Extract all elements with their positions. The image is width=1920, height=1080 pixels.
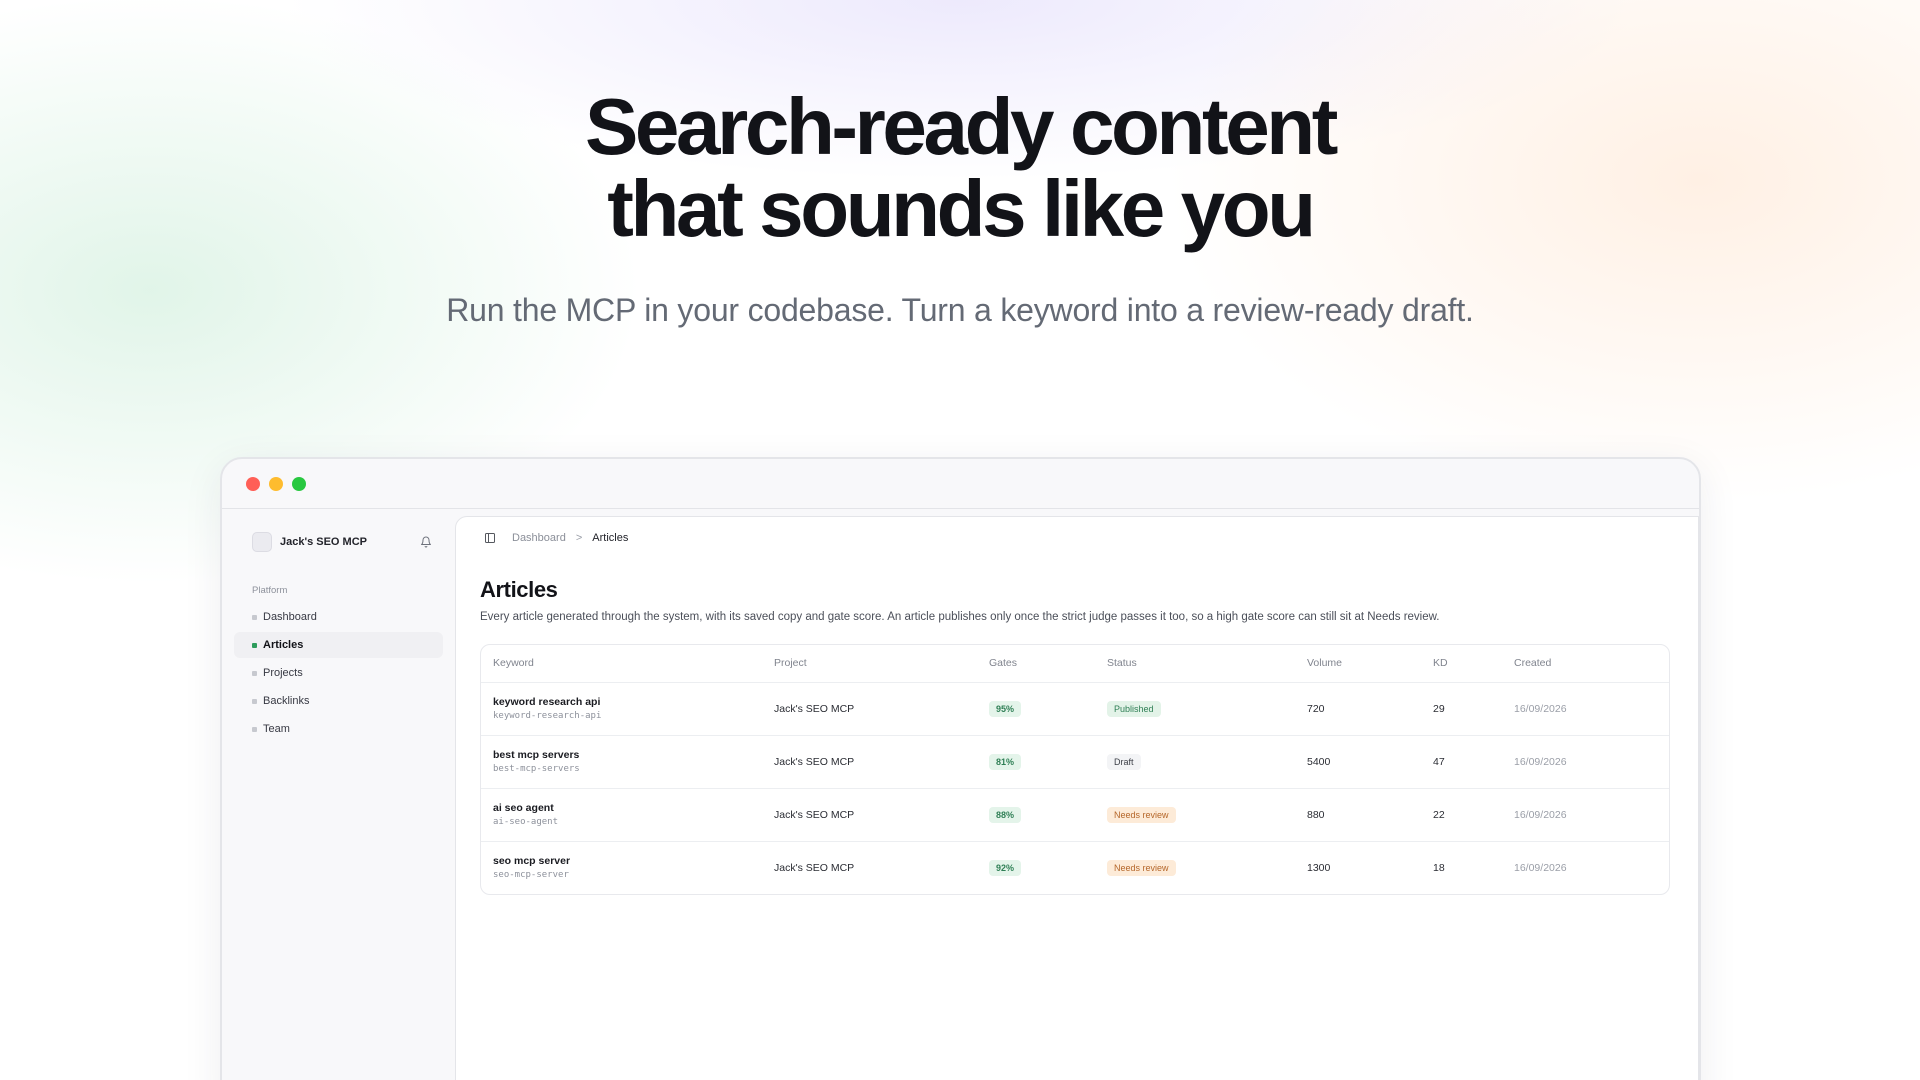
sidebar: Jack's SEO MCP Platform Dashboard Articl… <box>222 509 455 1080</box>
status-cell: Needs review <box>1095 841 1295 894</box>
created-cell: 16/09/2026 <box>1502 735 1669 789</box>
column-header-keyword[interactable]: Keyword <box>481 645 762 683</box>
page-title: Articles <box>480 577 558 602</box>
gates-cell: 92% <box>977 841 1095 894</box>
table-row[interactable]: keyword research api keyword-research-ap… <box>481 682 1669 736</box>
volume-cell: 5400 <box>1295 735 1421 789</box>
kd-cell: 22 <box>1421 788 1502 842</box>
kd-cell: 29 <box>1421 682 1502 736</box>
breadcrumb-parent[interactable]: Dashboard <box>512 532 566 544</box>
gate-score-badge: 92% <box>989 859 1022 876</box>
sidebar-item-label: Projects <box>263 667 303 679</box>
kd-cell: 47 <box>1421 735 1502 789</box>
sidebar-item-dashboard[interactable]: Dashboard <box>234 604 443 630</box>
project-cell: Jack's SEO MCP <box>774 861 855 874</box>
column-header-kd[interactable]: KD <box>1421 645 1502 683</box>
workspace-name: Jack's SEO MCP <box>280 536 367 548</box>
articles-table: Keyword Project Gates Status Volume KD C… <box>480 644 1670 895</box>
window-minimize-button[interactable] <box>269 476 283 491</box>
backlinks-icon <box>252 698 257 704</box>
keyword-slug: seo-mcp-server <box>493 870 569 881</box>
articles-icon <box>252 642 257 648</box>
keyword-cell: seo mcp server seo-mcp-server <box>481 841 762 894</box>
app-window: Jack's SEO MCP Platform Dashboard Articl… <box>220 457 1701 1080</box>
sidebar-item-label: Team <box>263 723 290 735</box>
sidebar-item-label: Backlinks <box>263 695 310 707</box>
dashboard-icon <box>252 614 257 620</box>
page-description: Every article generated through the syst… <box>480 611 1440 623</box>
table-header-row: Keyword Project Gates Status Volume KD C… <box>481 645 1669 683</box>
workspace-logo <box>252 532 272 552</box>
created-cell: 16/09/2026 <box>1502 682 1669 736</box>
gates-cell: 81% <box>977 735 1095 789</box>
sidebar-item-label: Articles <box>263 639 304 651</box>
table-row[interactable]: seo mcp server seo-mcp-server Jack's SEO… <box>481 841 1669 894</box>
status-cell: Published <box>1095 682 1295 736</box>
gate-score-badge: 81% <box>989 753 1022 770</box>
hero-title-line-2: that sounds like you <box>607 164 1316 253</box>
table-row[interactable]: ai seo agent ai-seo-agent Jack's SEO MCP… <box>481 788 1669 842</box>
breadcrumb-separator: > <box>575 532 583 544</box>
status-cell: Needs review <box>1095 788 1295 842</box>
kd-cell: 18 <box>1433 861 1445 874</box>
sidebar-section-label: Platform <box>252 585 288 596</box>
keyword-text: keyword research api <box>493 696 601 708</box>
keyword-text: ai seo agent <box>493 802 554 814</box>
keyword-slug: best-mcp-servers <box>493 764 580 774</box>
keyword-slug: keyword-research-api <box>493 711 602 721</box>
window-titlebar <box>222 459 1699 509</box>
keyword-cell: best mcp servers best-mcp-servers <box>481 735 762 789</box>
project-cell: Jack's SEO MCP <box>762 788 977 842</box>
keyword-cell: keyword research api keyword-research-ap… <box>481 682 762 736</box>
volume-cell: 720 <box>1295 682 1421 736</box>
window-close-button[interactable] <box>246 476 260 491</box>
column-header-volume[interactable]: Volume <box>1295 645 1421 683</box>
status-badge: Needs review <box>1107 806 1176 823</box>
project-cell: Jack's SEO MCP <box>762 735 977 789</box>
status-badge: Draft <box>1107 753 1141 770</box>
gate-score-badge: 88% <box>989 806 1022 823</box>
team-icon <box>252 726 257 732</box>
bell-icon[interactable] <box>419 535 433 549</box>
volume-cell: 1300 <box>1307 861 1331 874</box>
keyword-text: seo mcp server <box>493 855 571 868</box>
gate-score-badge: 95% <box>989 700 1022 717</box>
main-panel: Dashboard > Articles Articles Every arti… <box>455 516 1699 1080</box>
keyword-text: best mcp servers <box>493 749 580 761</box>
sidebar-item-team[interactable]: Team <box>234 716 443 742</box>
column-header-created[interactable]: Created <box>1502 645 1669 683</box>
sidebar-item-projects[interactable]: Projects <box>234 660 443 686</box>
hero: Search-ready content that sounds like yo… <box>0 86 1920 329</box>
column-header-status[interactable]: Status <box>1095 645 1295 683</box>
hero-title-line-1: Search-ready content <box>584 82 1338 171</box>
sidebar-item-articles[interactable]: Articles <box>234 632 443 658</box>
keyword-slug: ai-seo-agent <box>493 817 559 827</box>
project-cell: Jack's SEO MCP <box>762 682 977 736</box>
hero-title: Search-ready content that sounds like yo… <box>0 86 1920 250</box>
status-cell: Draft <box>1095 735 1295 789</box>
column-header-gates[interactable]: Gates <box>977 645 1095 683</box>
hero-subtitle: Run the MCP in your codebase. Turn a key… <box>446 292 1474 328</box>
breadcrumb: Dashboard > Articles <box>480 517 1670 559</box>
status-badge: Published <box>1107 700 1161 717</box>
projects-icon <box>252 670 257 676</box>
workspace-switcher[interactable]: Jack's SEO MCP <box>234 509 443 575</box>
created-cell: 16/09/2026 <box>1502 788 1669 842</box>
gates-cell: 88% <box>977 788 1095 842</box>
keyword-cell: ai seo agent ai-seo-agent <box>481 788 762 842</box>
status-badge: Needs review <box>1107 859 1176 876</box>
window-maximize-button[interactable] <box>292 476 306 491</box>
table-row[interactable]: best mcp servers best-mcp-servers Jack's… <box>481 735 1669 789</box>
created-cell: 16/09/2026 <box>1514 861 1567 874</box>
gates-cell: 95% <box>977 682 1095 736</box>
sidebar-item-label: Dashboard <box>263 611 317 623</box>
breadcrumb-current: Articles <box>592 532 629 544</box>
sidebar-toggle-icon[interactable] <box>484 532 496 544</box>
column-header-project[interactable]: Project <box>762 645 977 683</box>
volume-cell: 880 <box>1295 788 1421 842</box>
sidebar-item-backlinks[interactable]: Backlinks <box>234 688 443 714</box>
